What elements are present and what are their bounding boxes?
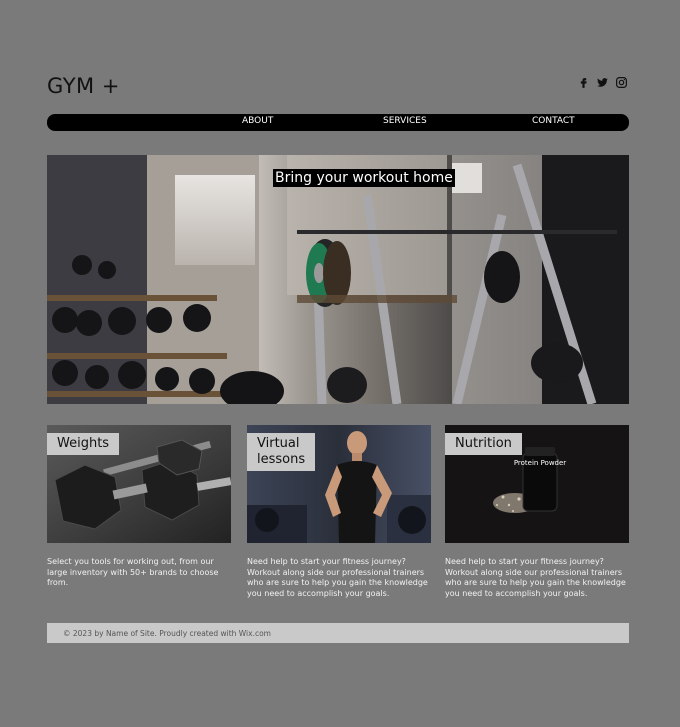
footer-copyright[interactable]: © 2023 by Name of Site. Proudly created … [63, 629, 271, 638]
weights-card-image[interactable]: Weights [47, 425, 231, 543]
nav-contact[interactable]: CONTACT [532, 116, 575, 126]
nutrition-description: Need help to start your fitness journey?… [445, 557, 626, 598]
hero-banner: Bring your workout home [47, 155, 629, 404]
protein-powder-product-label: Protein Powder [514, 459, 566, 467]
hero-title: Bring your workout home [273, 169, 455, 187]
site-logo[interactable]: GYM + [47, 74, 120, 98]
virtual-lessons-label: Virtual lessons [247, 433, 315, 471]
nav-services[interactable]: SERVICES [383, 116, 427, 126]
virtual-lessons-card-image[interactable]: Virtual lessons [247, 425, 431, 543]
weights-label: Weights [47, 433, 120, 455]
facebook-icon[interactable] [577, 76, 590, 89]
site-footer: © 2023 by Name of Site. Proudly created … [47, 623, 629, 643]
main-nav: ABOUT SERVICES CONTACT [47, 114, 629, 131]
hero-gym-image [47, 155, 629, 404]
twitter-icon[interactable] [596, 76, 609, 89]
social-links [577, 76, 628, 89]
weights-description: Select you tools for working out, from o… [47, 557, 219, 587]
nav-about[interactable]: ABOUT [242, 116, 273, 126]
instagram-icon[interactable] [615, 76, 628, 89]
nutrition-label: Nutrition [445, 433, 522, 455]
virtual-lessons-description: Need help to start your fitness journey?… [247, 557, 428, 598]
nutrition-card-image[interactable]: Protein Powder Nutrition [445, 425, 629, 543]
